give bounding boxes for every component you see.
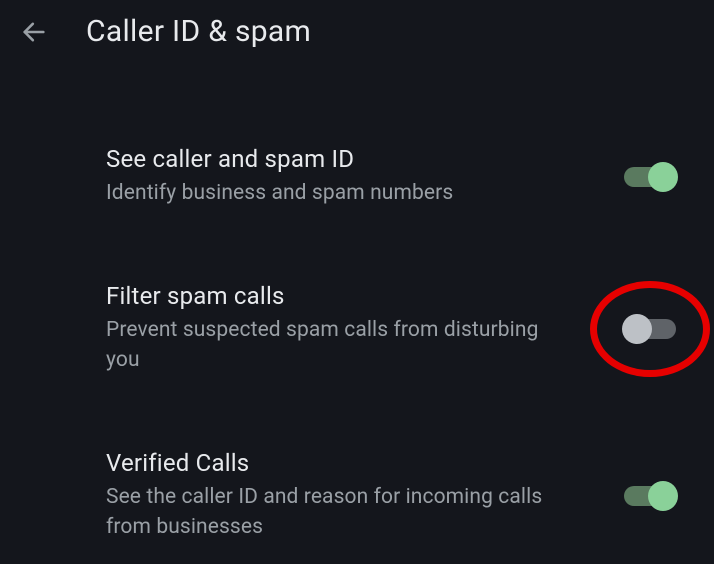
setting-text: See caller and spam ID Identify business… xyxy=(106,145,610,208)
toggle-caller-id[interactable] xyxy=(624,167,676,187)
setting-text: Verified Calls See the caller ID and rea… xyxy=(106,449,610,542)
toggle-container xyxy=(610,319,690,339)
back-button[interactable] xyxy=(18,16,50,48)
page-title: Caller ID & spam xyxy=(86,14,311,49)
setting-title: Verified Calls xyxy=(106,449,570,477)
header: Caller ID & spam xyxy=(0,0,714,63)
setting-text: Filter spam calls Prevent suspected spam… xyxy=(106,282,610,375)
setting-description: See the caller ID and reason for incomin… xyxy=(106,483,570,542)
toggle-verified-calls[interactable] xyxy=(624,486,676,506)
setting-title: See caller and spam ID xyxy=(106,145,570,173)
setting-filter-spam[interactable]: Filter spam calls Prevent suspected spam… xyxy=(106,260,690,397)
toggle-filter-spam[interactable] xyxy=(624,319,676,339)
toggle-container xyxy=(610,167,690,187)
setting-description: Prevent suspected spam calls from distur… xyxy=(106,316,570,375)
setting-title: Filter spam calls xyxy=(106,282,570,310)
setting-verified-calls[interactable]: Verified Calls See the caller ID and rea… xyxy=(106,427,690,564)
toggle-container xyxy=(610,486,690,506)
setting-caller-id[interactable]: See caller and spam ID Identify business… xyxy=(106,123,690,230)
settings-list: See caller and spam ID Identify business… xyxy=(0,63,714,564)
arrow-left-icon xyxy=(20,18,48,46)
setting-description: Identify business and spam numbers xyxy=(106,179,570,208)
